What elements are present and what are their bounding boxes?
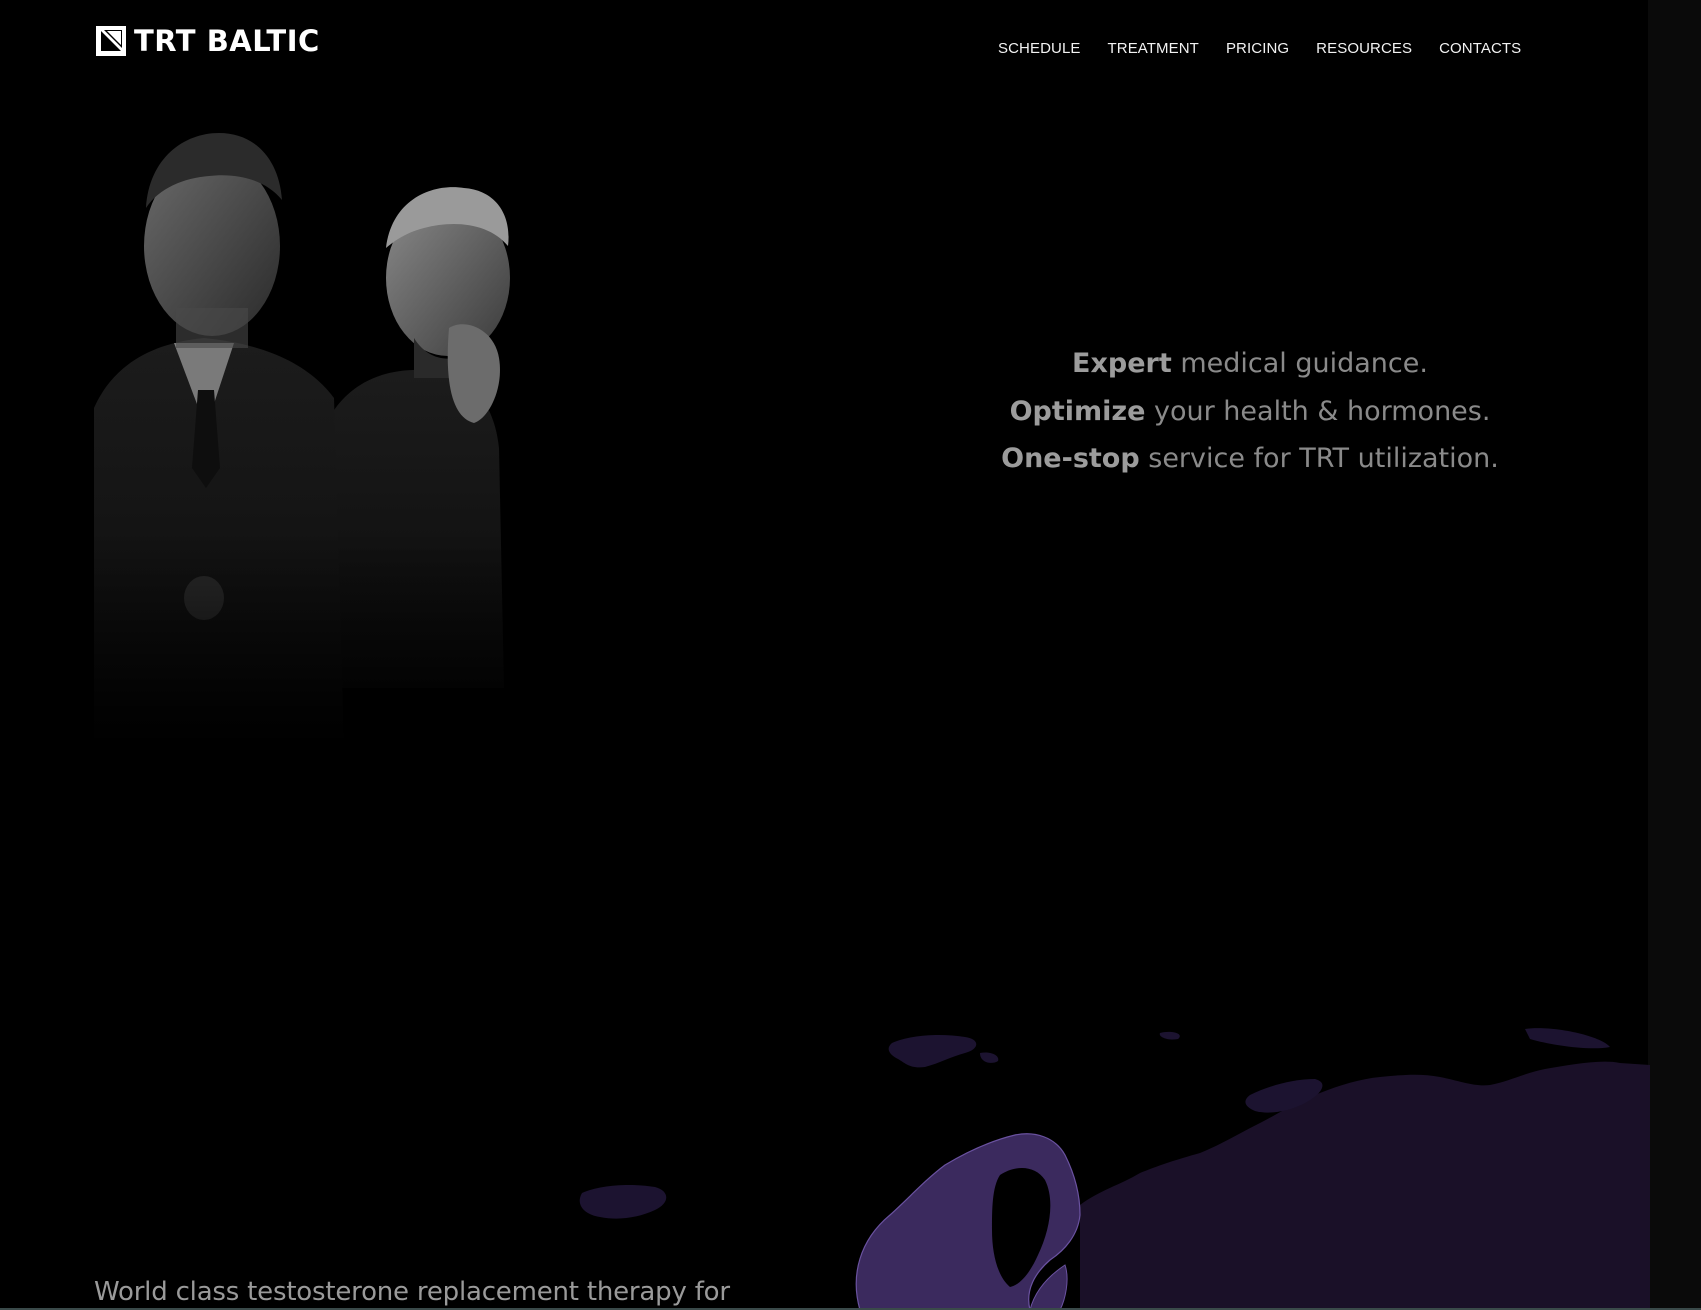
intro-text: World class testosterone replacement the… — [94, 1277, 730, 1307]
tagline-expert-bold: Expert — [1072, 348, 1172, 379]
tagline-optimize-rest: your health & hormones. — [1145, 395, 1491, 427]
map-svalbard — [888, 1035, 977, 1068]
map-arctic-island — [1525, 1028, 1610, 1049]
tagline-optimize-bold: Optimize — [1009, 395, 1146, 427]
tagline-one-stop-rest: service for TRT utilization. — [1139, 443, 1499, 474]
hero-taglines: Expert medical guidance. Optimize your h… — [940, 340, 1560, 483]
tagline-expert-rest: medical guidance. — [1171, 348, 1428, 379]
tagline-optimize: Optimize your health & hormones. — [940, 388, 1560, 436]
page-edge-strip — [1648, 0, 1701, 1310]
brand-logo[interactable]: TRT BALTIC — [96, 26, 320, 56]
map-island-small — [980, 1052, 999, 1063]
hero-photo — [94, 128, 534, 748]
nav-schedule[interactable]: SCHEDULE — [998, 40, 1081, 57]
main-nav: SCHEDULE TREATMENT PRICING RESOURCES CON… — [998, 40, 1521, 57]
page: TRT BALTIC SCHEDULE TREATMENT PRICING RE… — [0, 0, 1701, 1310]
nav-treatment[interactable]: TREATMENT — [1108, 40, 1199, 57]
nav-resources[interactable]: RESOURCES — [1316, 40, 1412, 57]
nav-contacts[interactable]: CONTACTS — [1439, 40, 1521, 57]
tagline-one-stop: One-stop service for TRT utilization. — [940, 435, 1560, 483]
europe-map — [579, 1028, 1650, 1310]
tagline-one-stop-bold: One-stop — [1001, 443, 1140, 474]
map-russia — [1080, 1061, 1650, 1310]
map-franz-josef — [1159, 1031, 1180, 1040]
trt-baltic-logo-icon — [96, 26, 126, 56]
nav-pricing[interactable]: PRICING — [1226, 40, 1289, 57]
brand-name: TRT BALTIC — [134, 23, 320, 58]
map-iceland — [579, 1185, 667, 1219]
tagline-expert: Expert medical guidance. — [940, 340, 1560, 388]
